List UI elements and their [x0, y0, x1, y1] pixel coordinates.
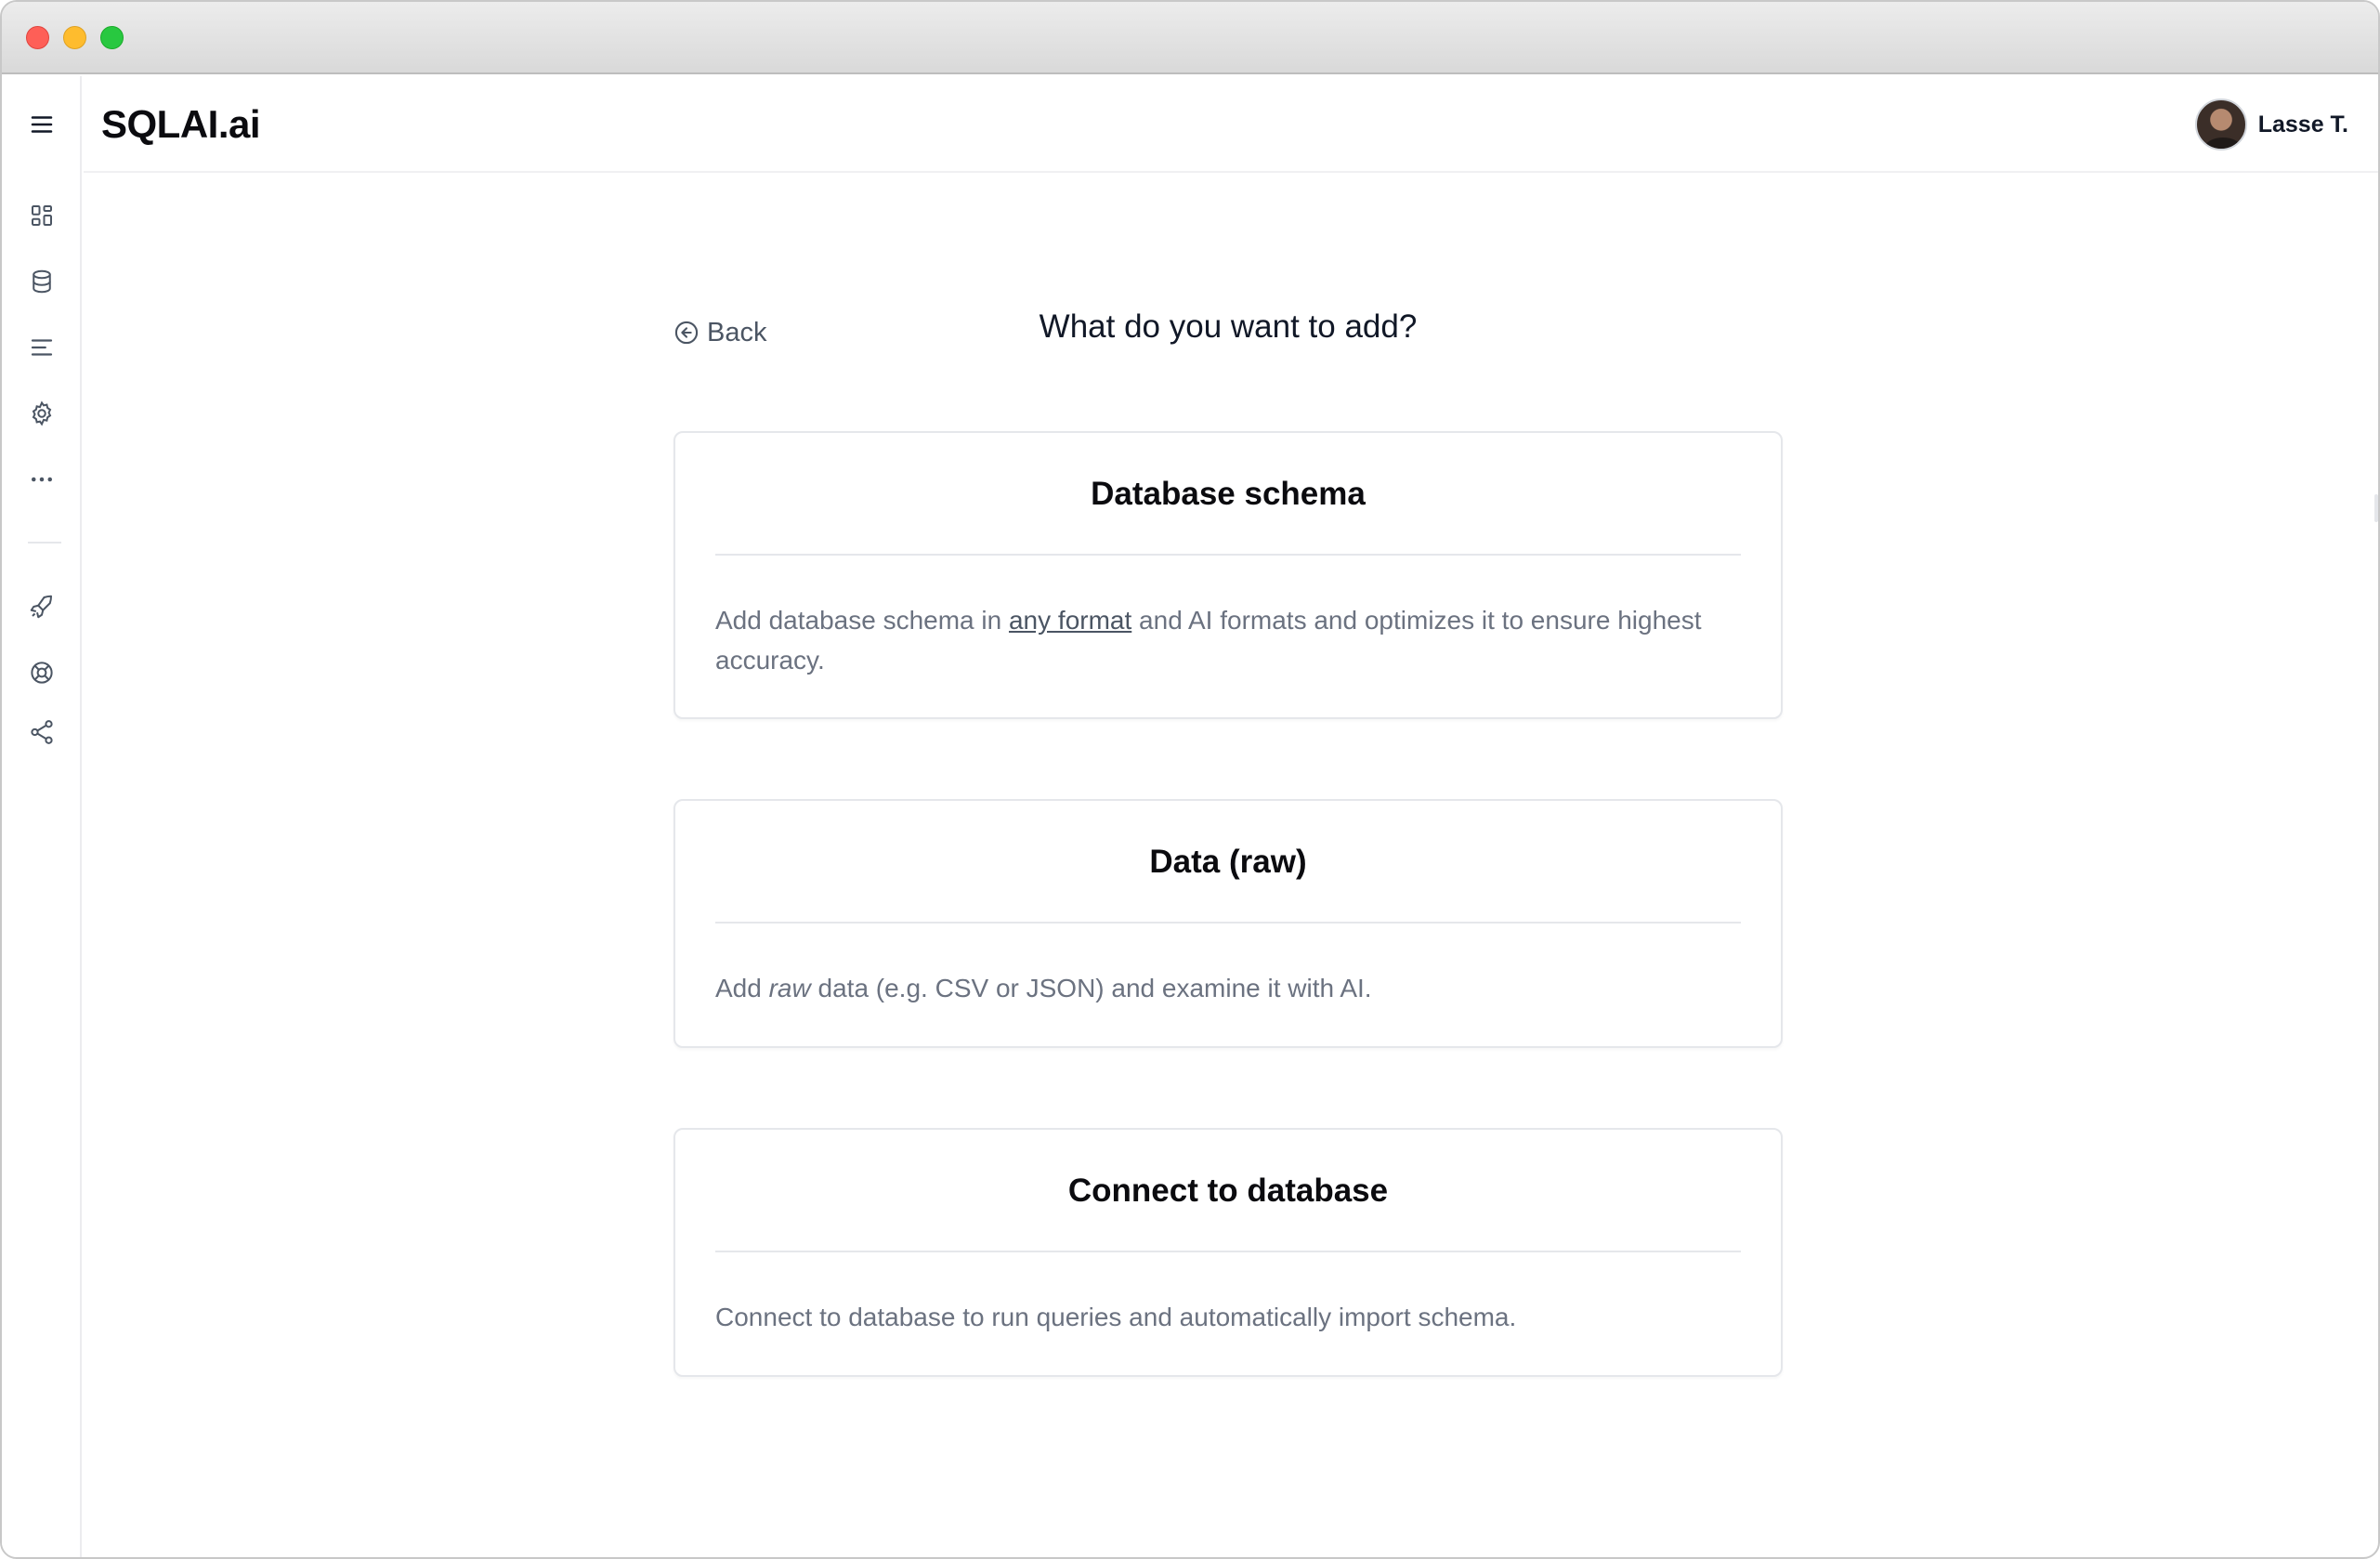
card-text-part: Add — [715, 974, 769, 1002]
dashboard-icon[interactable] — [27, 201, 57, 230]
more-icon[interactable] — [27, 465, 57, 494]
top-bar: SQLAI.ai Lasse T. — [84, 76, 2378, 173]
list-icon[interactable] — [27, 333, 57, 362]
sidebar — [2, 76, 82, 1557]
card-description: Connect to database to run queries and a… — [715, 1303, 1517, 1331]
page-title: What do you want to add? — [1039, 308, 1418, 345]
main-content: Back What do you want to add? Database s… — [84, 175, 2378, 1557]
database-schema-card[interactable]: Database schema Add database schema in a… — [673, 431, 1783, 719]
rocket-icon[interactable] — [27, 592, 57, 622]
gear-icon[interactable] — [27, 399, 57, 428]
maximize-window-button[interactable] — [100, 26, 124, 49]
app-logo[interactable]: SQLAI.ai — [101, 102, 261, 147]
any-format-link[interactable]: any format — [1009, 606, 1131, 635]
scrollbar[interactable] — [2374, 494, 2378, 522]
menu-icon[interactable] — [27, 110, 57, 139]
card-divider — [715, 922, 1741, 924]
app-window: SQLAI.ai Lasse T. Back What do you want … — [0, 0, 2380, 1559]
card-text-part: data (e.g. CSV or JSON) and examine it w… — [810, 974, 1372, 1002]
user-name[interactable]: Lasse T. — [2258, 111, 2348, 138]
avatar[interactable] — [2194, 98, 2247, 151]
share-icon[interactable] — [27, 717, 57, 747]
card-description: Add raw data (e.g. CSV or JSON) and exam… — [715, 968, 1741, 1008]
card-title: Connect to database — [1067, 1173, 1389, 1209]
user-menu[interactable]: Lasse T. — [2194, 98, 2348, 151]
card-divider — [715, 1251, 1741, 1252]
card-divider — [715, 554, 1741, 556]
data-raw-card[interactable]: Data (raw) Add raw data (e.g. CSV or JSO… — [673, 799, 1783, 1048]
card-title: Data (raw) — [1149, 844, 1307, 880]
card-text-part: Add database schema in — [715, 606, 1009, 635]
card-description: Add database schema in any format and AI… — [715, 600, 1741, 680]
database-icon[interactable] — [27, 267, 57, 296]
close-window-button[interactable] — [26, 26, 49, 49]
window-titlebar — [2, 2, 2378, 74]
connect-database-card[interactable]: Connect to database Connect to database … — [673, 1128, 1783, 1377]
lifebuoy-icon[interactable] — [27, 658, 57, 688]
sidebar-divider — [28, 542, 61, 544]
card-text-emphasis: raw — [768, 974, 811, 1002]
card-title: Database schema — [1091, 476, 1366, 512]
minimize-window-button[interactable] — [63, 26, 86, 49]
